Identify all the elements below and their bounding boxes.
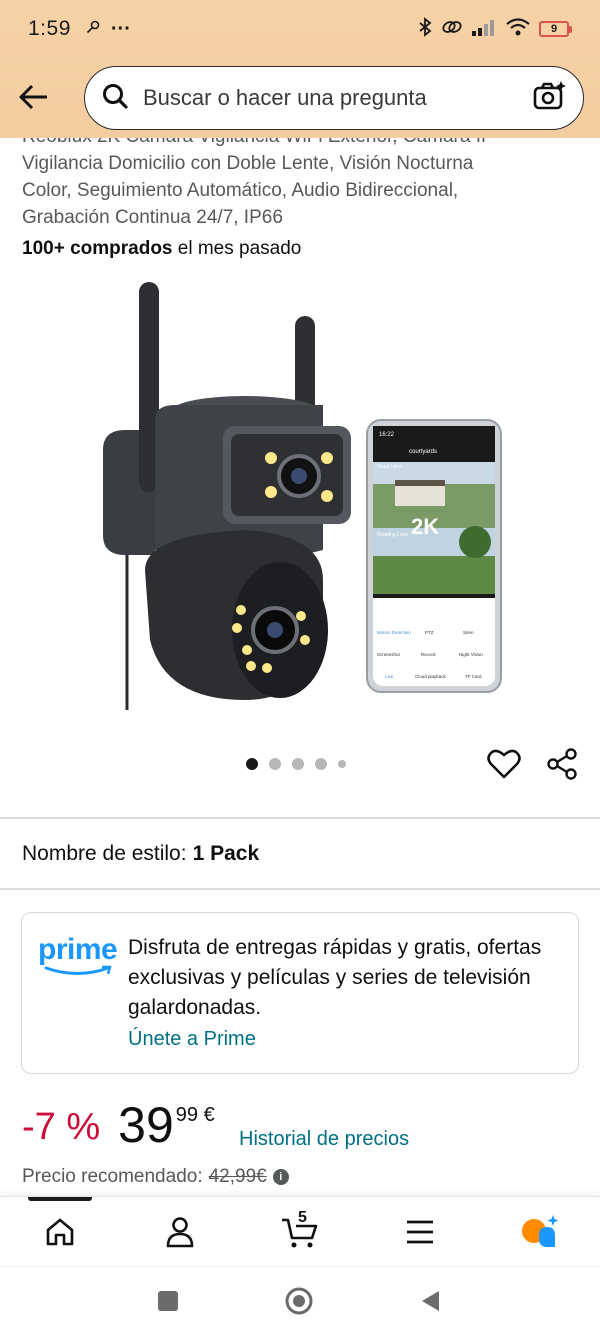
svg-text:Siren: Siren [463,630,474,635]
back-system-button[interactable] [414,1285,446,1317]
share-icon [547,748,577,780]
product-title-line-2: Color, Seguimiento Automático, Audio Bid… [22,180,459,201]
search-icon [101,82,129,115]
battery-indicator: 9 [539,21,572,37]
product-title-clipped-line: Reobiux 2K Cámara Vigilancia WiFi Exteri… [22,138,494,150]
carousel-dot-5[interactable] [338,760,346,768]
wishlist-button[interactable] [484,744,524,784]
nav-active-indicator [28,1197,92,1201]
join-prime-link[interactable]: Únete a Prime [128,1028,256,1051]
key-icon [85,19,101,40]
style-label: Nombre de estilo: [22,842,187,865]
status-bar: 1:59 ··· 9 [0,0,600,58]
product-title-line-3: Grabación Continua 24/7, IP66 [22,207,283,228]
search-header: Buscar o hacer una pregunta [0,64,600,130]
link-icon [441,18,463,41]
recent-apps-button[interactable] [152,1285,184,1317]
prime-smile-icon [44,965,112,975]
product-title-line-1: Vigilancia Domicilio con Doble Lente, Vi… [22,153,474,174]
svg-text:Sound: Sound [409,606,423,611]
resolution-badge: 2K [411,514,439,539]
svg-text:Screenshot: Screenshot [377,652,401,657]
carousel-dot-1[interactable] [246,758,258,770]
rrp-label: Precio recomendado: [22,1166,203,1187]
bottom-navigation: 5 [0,1196,600,1266]
circle-icon [285,1287,313,1315]
price-history-link[interactable]: Historial de precios [239,1128,409,1151]
bluetooth-icon [417,16,433,42]
back-arrow-icon [19,84,47,110]
section-divider [0,817,600,819]
wifi-icon [505,17,531,42]
svg-text:Motion Detection: Motion Detection [377,630,411,635]
nav-cart[interactable]: 5 [270,1207,330,1257]
top-header-area: 1:59 ··· 9 Buscar o hacer una pregunta [0,0,600,138]
battery-level: 9 [539,21,569,37]
triangle-back-icon [422,1291,439,1311]
style-selector[interactable]: Nombre de estilo: 1 Pack [22,842,259,866]
rrp-value: 42,99€ [208,1166,267,1187]
svg-text:Night Vision: Night Vision [459,652,483,657]
phone-time: 16:22 [379,432,395,438]
product-image[interactable]: 16:22 courtyards Fixed Lens Rotating Len… [95,280,505,712]
fixed-lens-label: Fixed Lens [377,464,402,470]
carousel-dot-3[interactable] [292,758,304,770]
svg-text:Full screen: Full screen [465,606,488,611]
product-title: Reobiux 2K Cámara Vigilancia WiFi Exteri… [22,138,582,231]
svg-text:Live: Live [385,674,394,679]
back-button[interactable] [0,64,66,130]
profile-icon [166,1217,194,1248]
search-placeholder: Buscar o hacer una pregunta [143,85,427,110]
square-icon [158,1291,178,1311]
more-notifications-icon: ··· [110,18,131,40]
status-time: 1:59 [28,17,71,40]
share-button[interactable] [542,744,582,784]
system-navigation-bar [0,1266,600,1334]
home-system-button[interactable] [283,1285,315,1317]
prime-promo-card[interactable]: prime Disfruta de entregas rápidas y gra… [21,912,579,1074]
signal-icon [471,18,497,41]
info-icon[interactable]: i [272,1169,289,1185]
svg-text:PTZ: PTZ [425,630,434,635]
heart-icon [487,749,521,779]
section-divider [0,888,600,890]
cart-count-badge: 5 [298,1209,307,1226]
svg-text:Cloud playback: Cloud playback [415,674,447,679]
nav-home[interactable] [30,1207,90,1257]
prime-logo: prime [38,933,118,979]
nav-menu[interactable] [390,1207,450,1257]
svg-text:Record: Record [421,652,436,657]
carousel-dot-4[interactable] [315,758,327,770]
bought-last-month: 100+ comprados el mes pasado [22,238,302,259]
style-value: 1 Pack [192,842,260,865]
nav-profile[interactable] [150,1207,210,1257]
rufus-icon [522,1215,559,1247]
svg-text:Super HD: Super HD [379,606,400,611]
discount-percent: -7 % [22,1106,101,1148]
svg-text:Intercom: Intercom [435,606,453,611]
price-fraction: 99 € [175,1104,215,1126]
recommended-price: Precio recomendado: 42,99€ i [22,1166,289,1188]
carousel-dot-2[interactable] [269,758,281,770]
phone-app-name: courtyards [409,449,437,455]
image-carousel-dots[interactable] [246,758,346,770]
nav-rufus[interactable] [510,1207,570,1257]
price-whole: 39 [118,1097,174,1153]
price-row: -7 % 39 99 € [22,1098,215,1158]
svg-text:TF Card: TF Card [465,674,482,679]
menu-icon [407,1220,433,1244]
prime-description: Disfruta de entregas rápidas y gratis, o… [128,936,542,1019]
rotating-lens-label: Rotating Lens [377,532,408,538]
camera-search-icon[interactable] [533,80,567,117]
home-icon [46,1218,74,1246]
search-input[interactable]: Buscar o hacer una pregunta [84,66,584,130]
